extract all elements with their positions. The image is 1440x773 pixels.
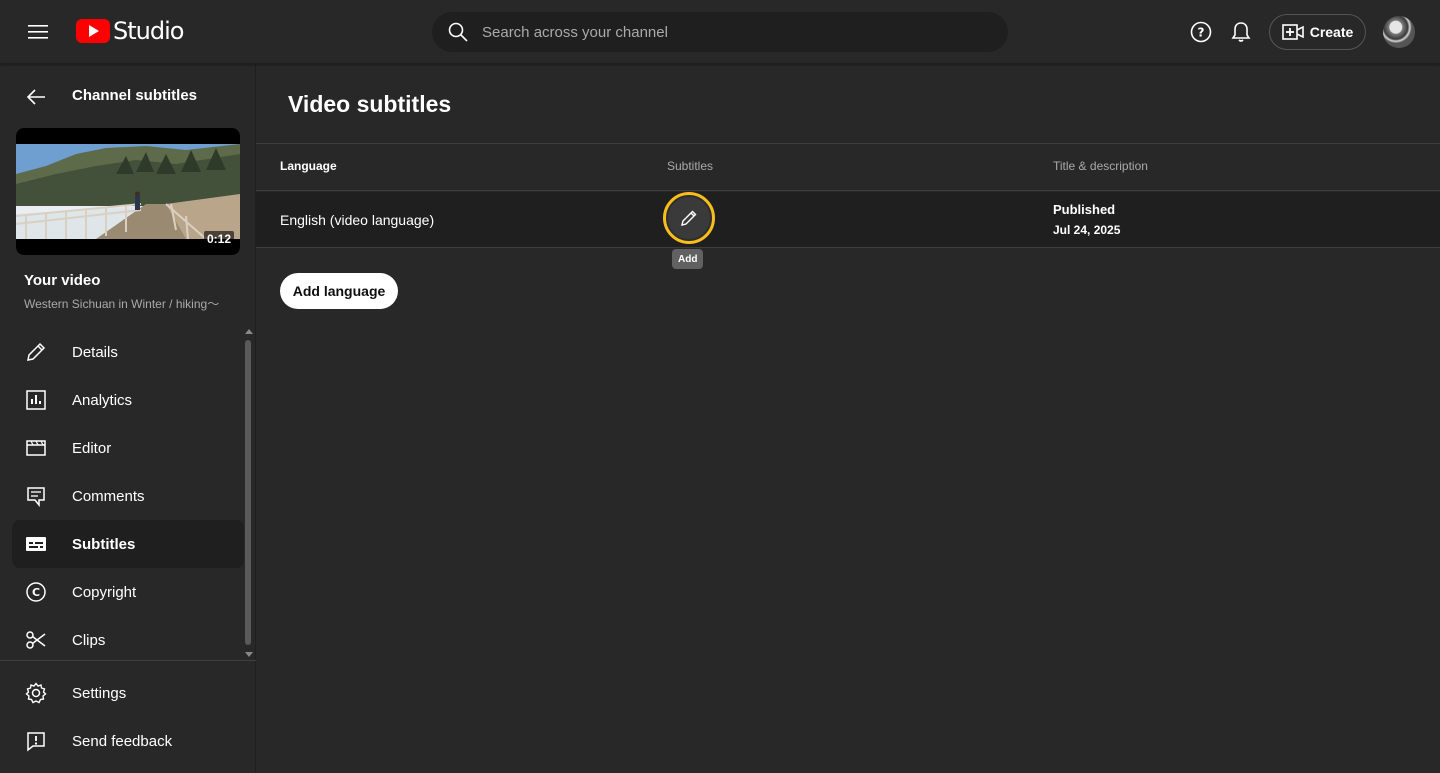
sidebar-divider	[0, 660, 256, 661]
sidebar-item-comments[interactable]: Comments	[12, 472, 244, 520]
sidebar: Channel subtitles 0:12 Your video Wester…	[0, 65, 256, 773]
table-row: English (video language) Published Jul 2…	[256, 192, 1440, 248]
video-title: Western Sichuan in Winter / hiking～	[24, 297, 220, 311]
menu-icon[interactable]	[22, 16, 54, 48]
main-content: Video subtitles Language Subtitles Title…	[256, 65, 1440, 773]
sidebar-item-label: Subtitles	[72, 535, 136, 553]
sidebar-item-label: Editor	[72, 439, 112, 457]
scroll-down-arrow[interactable]	[245, 652, 253, 657]
clapper-icon	[24, 436, 48, 460]
create-button[interactable]: Create	[1269, 14, 1366, 50]
youtube-logo-icon	[76, 19, 110, 43]
column-title-description: Title & description	[1053, 159, 1148, 173]
sidebar-item-settings[interactable]: Settings	[12, 669, 244, 717]
add-subtitles-button[interactable]	[663, 192, 715, 244]
sidebar-item-label: Details	[72, 343, 118, 361]
comment-icon	[24, 484, 48, 508]
pencil-icon	[681, 210, 697, 226]
column-subtitles: Subtitles	[667, 159, 714, 173]
search-icon	[448, 22, 468, 42]
sidebar-item-label: Analytics	[72, 391, 133, 409]
sidebar-nav: Details Analytics Editor Comments Subtit…	[12, 328, 244, 664]
page-title: Video subtitles	[288, 91, 452, 117]
sidebar-item-clips[interactable]: Clips	[12, 616, 244, 664]
sidebar-item-feedback[interactable]: Send feedback	[12, 717, 244, 765]
gear-icon	[24, 681, 48, 705]
sidebar-item-label: Copyright	[72, 583, 137, 601]
sidebar-item-label: Comments	[72, 487, 145, 505]
sidebar-scrollbar[interactable]	[245, 340, 251, 645]
back-row: Channel subtitles	[0, 79, 256, 113]
scissors-icon	[24, 628, 48, 652]
search-input[interactable]	[482, 23, 962, 41]
search-bar[interactable]	[432, 12, 1008, 52]
sidebar-item-details[interactable]: Details	[12, 328, 244, 376]
create-video-icon	[1281, 24, 1304, 40]
logo-text: Studio	[113, 17, 184, 45]
your-video-heading: Your video	[24, 272, 101, 289]
publish-status: Published	[1053, 202, 1116, 217]
feedback-icon	[24, 729, 48, 753]
analytics-icon	[24, 388, 48, 412]
add-tooltip: Add	[672, 249, 704, 269]
studio-logo[interactable]: Studio	[76, 17, 184, 45]
video-duration: 0:12	[203, 231, 234, 247]
notifications-icon[interactable]	[1226, 16, 1256, 48]
avatar[interactable]	[1383, 16, 1415, 48]
sidebar-item-editor[interactable]: Editor	[12, 424, 244, 472]
sidebar-item-analytics[interactable]: Analytics	[12, 376, 244, 424]
create-label: Create	[1309, 24, 1354, 40]
scroll-up-arrow[interactable]	[245, 329, 253, 334]
add-language-button[interactable]: Add language	[280, 273, 398, 309]
sidebar-item-label: Send feedback	[72, 732, 173, 750]
video-thumbnail[interactable]: 0:12	[16, 128, 240, 255]
publish-date: Jul 24, 2025	[1053, 223, 1121, 237]
back-arrow-icon[interactable]	[22, 83, 50, 111]
table-header: Language Subtitles Title & description	[256, 144, 1440, 191]
copyright-icon: C	[24, 580, 48, 604]
subtitles-icon	[24, 532, 48, 556]
svg-text:?: ?	[1198, 26, 1205, 40]
sidebar-item-label: Settings	[72, 684, 127, 702]
sidebar-item-label: Clips	[72, 631, 106, 649]
sidebar-item-subtitles[interactable]: Subtitles	[12, 520, 244, 568]
sidebar-title: Channel subtitles	[72, 87, 198, 104]
help-icon[interactable]: ?	[1186, 16, 1216, 48]
sidebar-item-copyright[interactable]: C Copyright	[12, 568, 244, 616]
svg-text:C: C	[32, 586, 40, 599]
top-bar: Studio ? Create	[0, 0, 1440, 64]
row-language: English (video language)	[280, 212, 435, 228]
edit-button-inner	[668, 197, 710, 239]
pencil-icon	[24, 340, 48, 364]
column-language[interactable]: Language	[280, 159, 337, 173]
thumbnail-image	[16, 144, 240, 239]
sidebar-bottom-nav: Settings Send feedback	[12, 669, 244, 765]
